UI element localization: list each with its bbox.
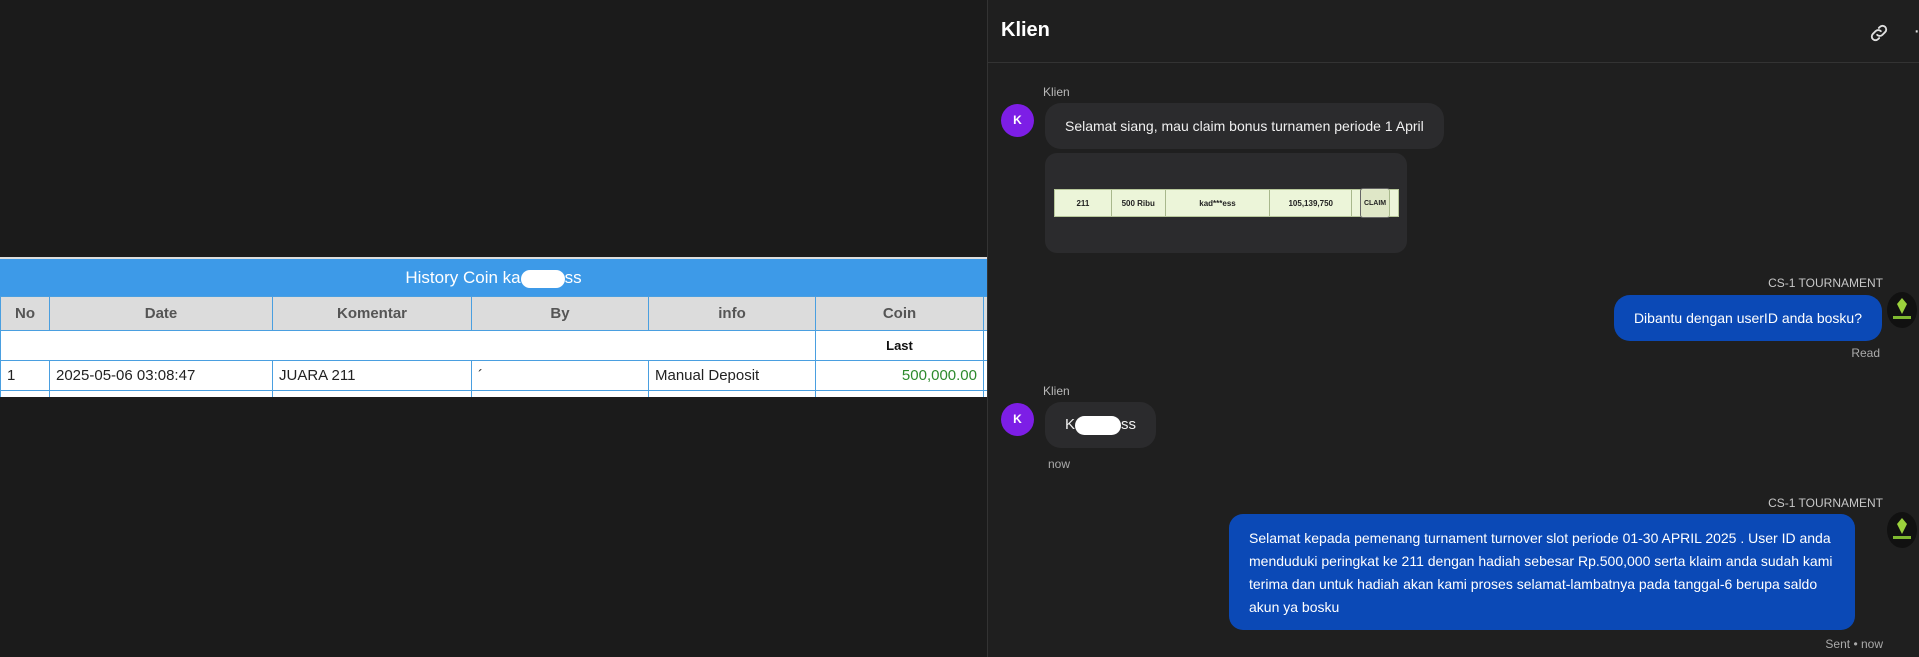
table-subheader-row: Last <box>0 330 987 361</box>
subheader-last: Last <box>815 330 984 361</box>
agent-logo-icon <box>1893 298 1911 319</box>
claim-button-image: CLAIM <box>1359 188 1391 218</box>
agent-sender-name: CS-1 TOURNAMENT <box>1768 276 1883 290</box>
message-status-sent: Sent • now <box>1825 637 1883 651</box>
chat-title: Klien <box>1001 19 1050 41</box>
agent-logo-icon <box>1893 518 1911 539</box>
history-title-suffix: ss <box>564 268 582 287</box>
cell-komentar: JUARA 211 <box>272 360 472 391</box>
agent-avatar <box>1887 512 1917 548</box>
avatar[interactable]: K <box>1001 403 1034 436</box>
claim-rank: 211 <box>1055 190 1112 216</box>
chat-header: Klien · <box>988 0 1919 63</box>
history-table: No Date Komentar By info Coin Last 1 202… <box>0 296 987 397</box>
column-header-date[interactable]: Date <box>49 296 273 331</box>
history-title-prefix: History Coin ka <box>405 268 521 287</box>
more-options-icon[interactable]: · <box>1913 21 1919 41</box>
cell-info: Manual Deposit <box>648 360 816 391</box>
agent-avatar <box>1887 292 1917 328</box>
claim-screenshot-strip: 211 500 Ribu kad***ess 105,139,750 CLAIM <box>1054 188 1399 218</box>
userid-prefix: K <box>1065 416 1076 433</box>
message-bubble-outgoing[interactable]: Dibantu dengan userID anda bosku? <box>1613 295 1882 341</box>
message-bubble-outgoing-long[interactable]: Selamat kepada pemenang turnament turnov… <box>1229 514 1855 630</box>
column-header-info[interactable]: info <box>648 296 816 331</box>
table-row-partial <box>0 390 987 397</box>
left-pane: History Coin ka ss No Date Komentar By in… <box>0 0 987 657</box>
column-header-komentar[interactable]: Komentar <box>272 296 472 331</box>
redaction-blob <box>1075 415 1122 435</box>
image-attachment[interactable]: 211 500 Ribu kad***ess 105,139,750 CLAIM <box>1045 153 1407 253</box>
column-header-no[interactable]: No <box>0 296 50 331</box>
claim-prize: 500 Ribu <box>1112 190 1166 216</box>
cell-date: 2025-05-06 03:08:47 <box>49 360 273 391</box>
userid-suffix: ss <box>1121 416 1137 433</box>
column-header-by[interactable]: By <box>471 296 649 331</box>
cell-by: ´ <box>471 360 649 391</box>
link-icon[interactable] <box>1868 22 1890 44</box>
cell-coin: 500,000.00 <box>815 360 984 391</box>
message-sender: Klien <box>1043 384 1070 398</box>
claim-turnover: 105,139,750 <box>1270 190 1353 216</box>
message-time: now <box>1048 457 1071 471</box>
cell-no: 1 <box>0 360 50 391</box>
subheader-spacer <box>0 330 816 361</box>
history-title: History Coin ka ss <box>0 259 987 296</box>
message-status-read: Read <box>1851 346 1880 360</box>
message-sender: Klien <box>1043 85 1070 99</box>
avatar[interactable]: K <box>1001 104 1034 137</box>
message-bubble-incoming[interactable]: Selamat siang, mau claim bonus turnamen … <box>1045 103 1444 149</box>
history-coin-table-card: History Coin ka ss No Date Komentar By in… <box>0 257 987 397</box>
claim-user: kad***ess <box>1166 190 1271 216</box>
redaction-blob <box>520 269 565 288</box>
column-header-coin[interactable]: Coin <box>815 296 984 331</box>
message-bubble-incoming[interactable]: Kss <box>1045 402 1157 448</box>
agent-sender-name: CS-1 TOURNAMENT <box>1768 496 1883 510</box>
chat-pane: Klien · Klien K Selamat siang, mau claim… <box>987 0 1919 657</box>
table-header-row: No Date Komentar By info Coin <box>0 296 987 331</box>
table-row[interactable]: 1 2025-05-06 03:08:47 JUARA 211 ´ Manual… <box>0 360 987 391</box>
